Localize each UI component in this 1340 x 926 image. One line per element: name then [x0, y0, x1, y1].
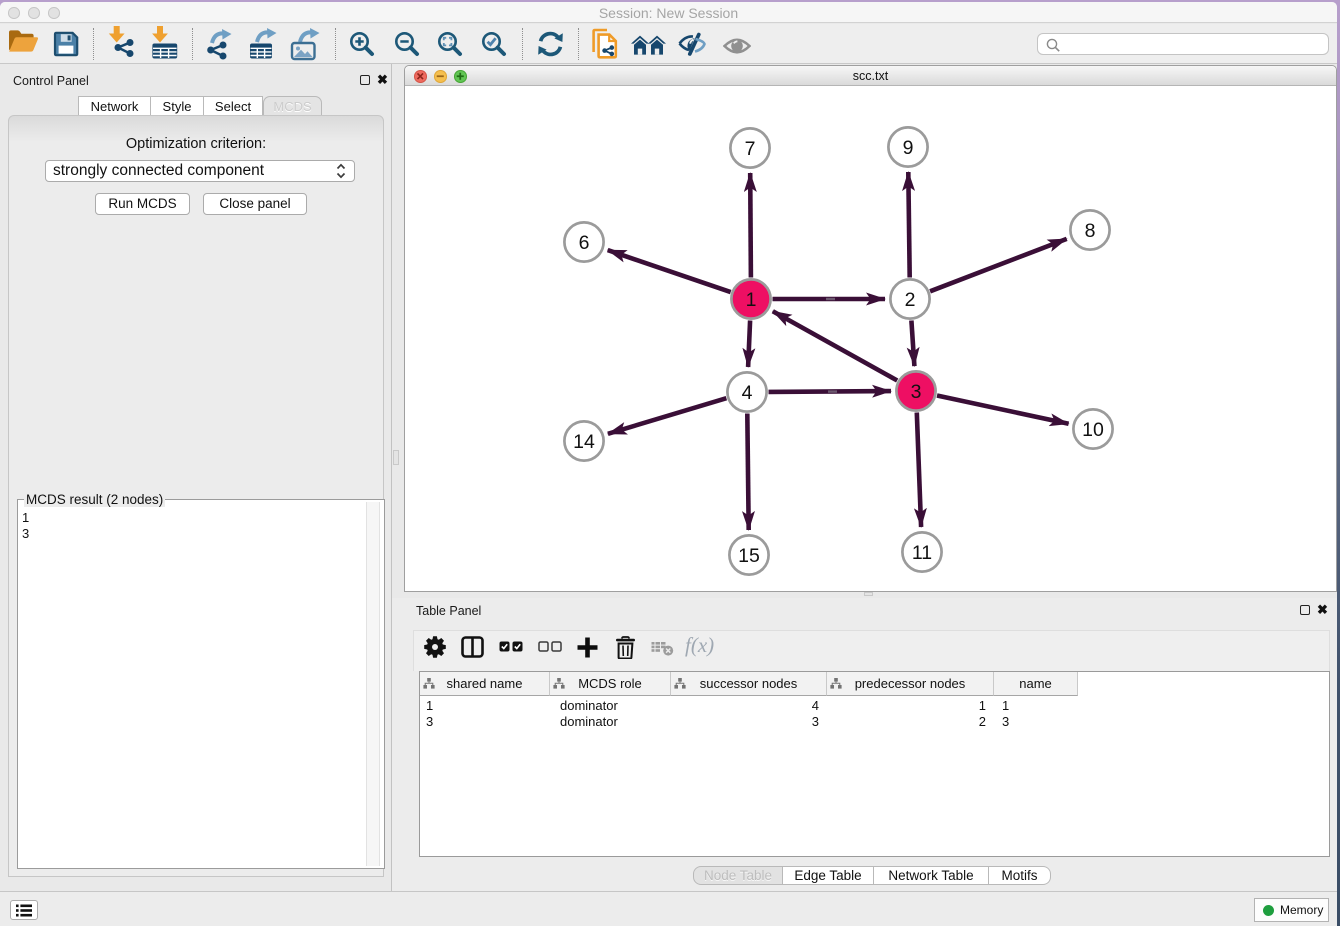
svg-text:11: 11 [912, 542, 932, 564]
svg-text:1: 1 [746, 289, 757, 311]
svg-text:7: 7 [745, 138, 756, 160]
svg-text:8: 8 [1085, 220, 1096, 242]
svg-text:3: 3 [911, 381, 922, 403]
svg-text:10: 10 [1082, 419, 1104, 441]
svg-text:4: 4 [742, 382, 753, 404]
svg-text:6: 6 [579, 232, 590, 254]
svg-text:14: 14 [573, 431, 595, 453]
svg-text:15: 15 [738, 545, 760, 567]
svg-text:9: 9 [903, 137, 914, 159]
svg-text:2: 2 [905, 289, 916, 311]
